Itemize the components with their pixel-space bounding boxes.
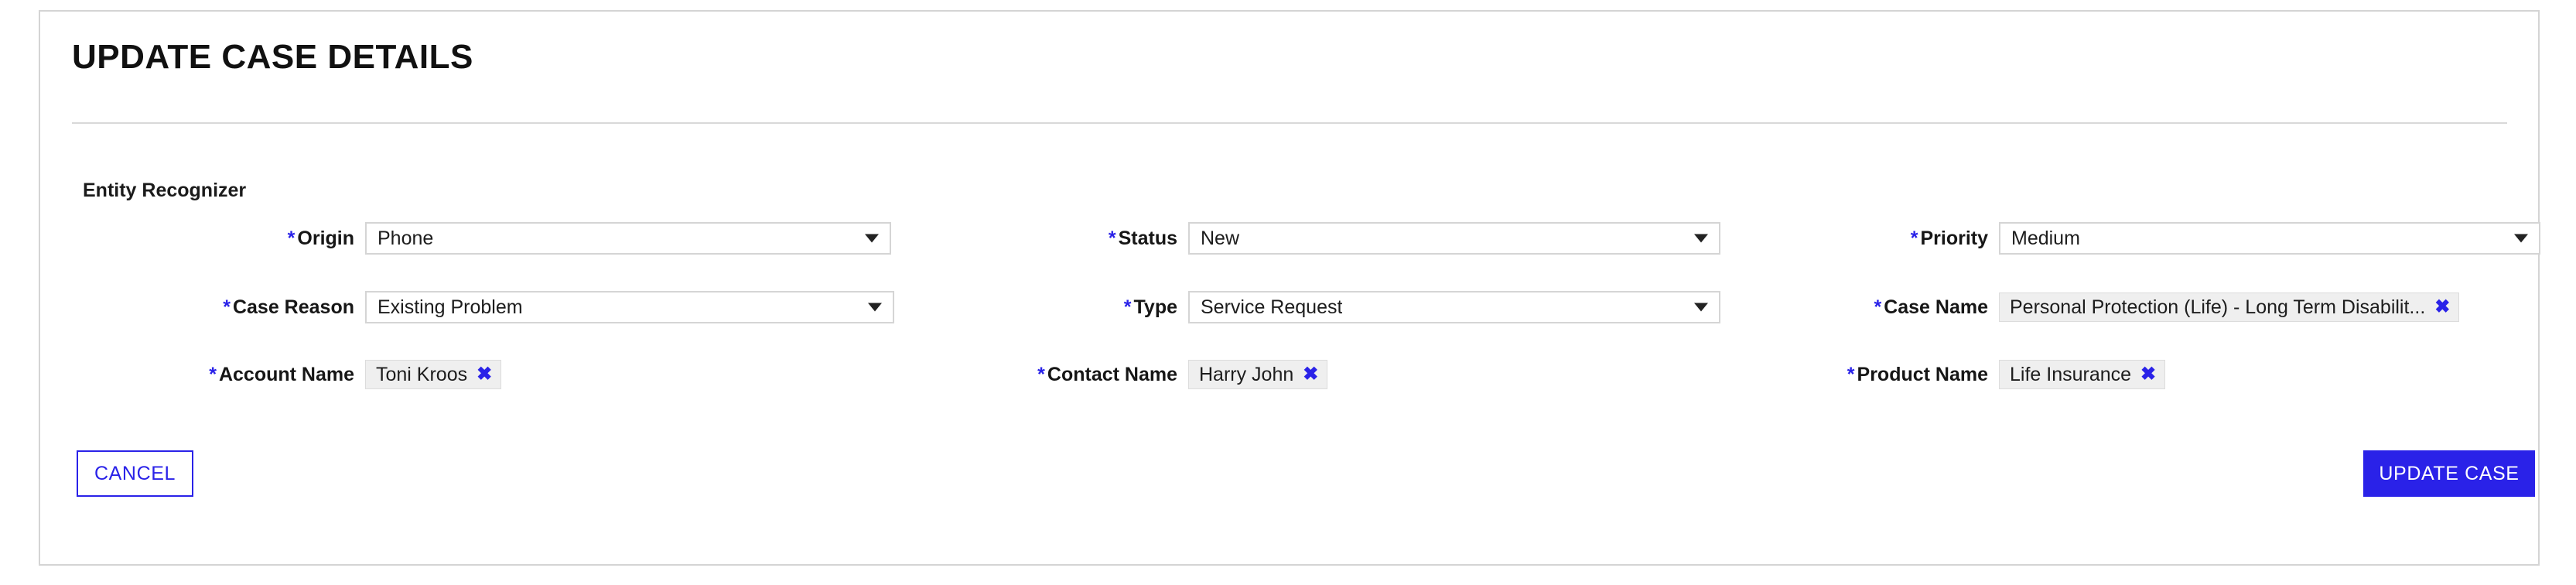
title-divider xyxy=(72,122,2507,124)
label-type-text: Type xyxy=(1133,296,1178,318)
required-asterisk-priority: * xyxy=(1910,228,1918,249)
close-icon[interactable]: ✖ xyxy=(1303,365,1318,384)
form-row-3: * Account Name Toni Kroos ✖ * Contact Name… xyxy=(40,358,2541,391)
chip-account-name[interactable]: Toni Kroos ✖ xyxy=(365,360,502,389)
chip-case-name[interactable]: Personal Protection (Life) - Long Term D… xyxy=(1999,292,2460,322)
required-asterisk-case-reason: * xyxy=(223,296,231,318)
close-icon[interactable]: ✖ xyxy=(477,365,492,384)
label-origin-text: Origin xyxy=(297,228,354,249)
label-status: * Status xyxy=(1109,222,1177,255)
chip-case-name-text: Personal Protection (Life) - Long Term D… xyxy=(2010,296,2426,318)
select-status[interactable]: New xyxy=(1188,222,1720,255)
required-asterisk-status: * xyxy=(1108,228,1116,249)
select-priority[interactable]: Medium xyxy=(1999,222,2540,255)
field-contact-name: * Contact Name Harry John ✖ xyxy=(1037,358,1328,391)
select-origin[interactable]: Phone xyxy=(365,222,891,255)
select-origin-value: Phone xyxy=(378,227,434,249)
field-account-name: * Account Name Toni Kroos ✖ xyxy=(209,358,502,391)
label-type: * Type xyxy=(1124,291,1177,323)
chip-product-name-text: Life Insurance xyxy=(2010,363,2132,385)
update-case-card: UPDATE CASE DETAILS Entity Recognizer Or… xyxy=(39,10,2540,566)
select-case-reason[interactable]: Existing Problem xyxy=(365,291,894,323)
label-product-name: * Product Name xyxy=(1847,358,1988,391)
label-case-reason: * Case Reason xyxy=(223,291,354,323)
required-asterisk-contact-name: * xyxy=(1037,364,1045,385)
cancel-button[interactable]: CANCEL xyxy=(77,450,193,497)
field-priority: * Priority Medium xyxy=(1911,222,2540,255)
required-asterisk-type: * xyxy=(1123,296,1132,318)
field-status: * Status New xyxy=(1109,222,1720,255)
chip-contact-name-text: Harry John xyxy=(1199,363,1294,385)
label-account-name-text: Account Name xyxy=(218,364,354,385)
page-title: UPDATE CASE DETAILS xyxy=(72,38,473,76)
chip-product-name[interactable]: Life Insurance ✖ xyxy=(1999,360,2166,389)
field-origin: Origin*Origin Phone xyxy=(288,222,891,255)
required-asterisk-case-name: * xyxy=(1874,296,1882,318)
label-status-text: Status xyxy=(1118,228,1177,249)
required-asterisk-product-name: * xyxy=(1847,364,1855,385)
label-contact-name: * Contact Name xyxy=(1037,358,1177,391)
chip-account-name-text: Toni Kroos xyxy=(376,363,468,385)
section-title: Entity Recognizer xyxy=(83,180,247,201)
label-origin: Origin*Origin xyxy=(288,222,354,255)
label-case-name-text: Case Name xyxy=(1884,296,1988,318)
required-asterisk-origin: * xyxy=(287,228,296,249)
chip-contact-name[interactable]: Harry John ✖ xyxy=(1188,360,1328,389)
update-case-button[interactable]: UPDATE CASE xyxy=(2363,450,2535,497)
field-case-name: * Case Name Personal Protection (Life) - … xyxy=(1874,291,2540,323)
label-case-name: * Case Name xyxy=(1874,291,1988,323)
chevron-down-icon xyxy=(1694,234,1708,243)
label-product-name-text: Product Name xyxy=(1857,364,1988,385)
close-icon[interactable]: ✖ xyxy=(2140,365,2156,384)
chevron-down-icon xyxy=(868,303,882,312)
field-product-name: * Product Name Life Insurance ✖ xyxy=(1847,358,2166,391)
field-type: * Type Service Request xyxy=(1124,291,1720,323)
label-case-reason-text: Case Reason xyxy=(232,296,354,318)
label-priority-text: Priority xyxy=(1920,228,1988,249)
chevron-down-icon xyxy=(865,234,879,243)
required-asterisk-account-name: * xyxy=(209,364,217,385)
select-type[interactable]: Service Request xyxy=(1188,291,1720,323)
chevron-down-icon xyxy=(1694,303,1708,312)
label-contact-name-text: Contact Name xyxy=(1047,364,1177,385)
form-row-1: Origin*Origin Phone *Status New *Priorit… xyxy=(40,222,2541,255)
select-case-reason-value: Existing Problem xyxy=(378,296,523,318)
label-account-name: * Account Name xyxy=(209,358,354,391)
close-icon[interactable]: ✖ xyxy=(2434,298,2450,316)
select-priority-value: Medium xyxy=(2011,227,2080,249)
select-type-value: Service Request xyxy=(1201,296,1343,318)
form-row-2: * Case Reason Existing Problem * Type Serv… xyxy=(40,291,2541,323)
select-status-value: New xyxy=(1201,227,1240,249)
chevron-down-icon xyxy=(2514,234,2528,243)
label-priority: * Priority xyxy=(1911,222,1988,255)
field-case-reason: * Case Reason Existing Problem xyxy=(223,291,894,323)
